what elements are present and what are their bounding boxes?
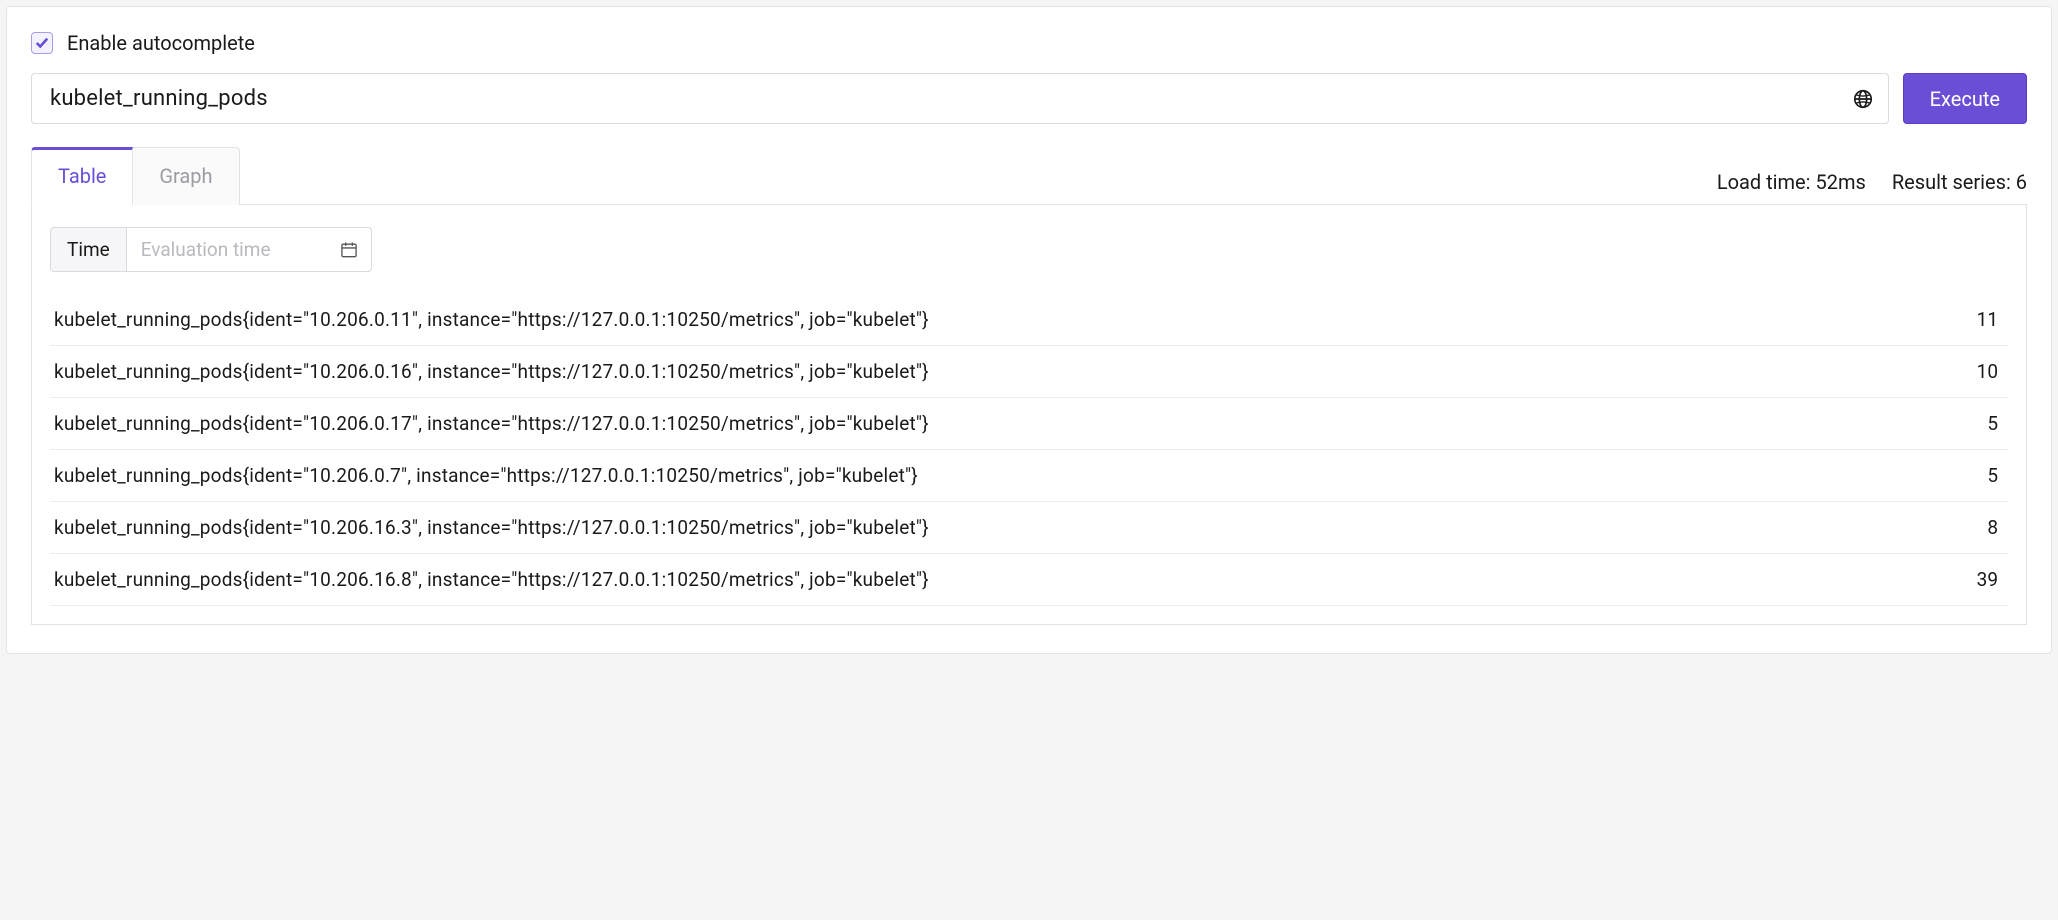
autocomplete-label: Enable autocomplete (67, 31, 255, 55)
result-row: kubelet_running_pods{ident="10.206.0.16"… (50, 346, 2008, 398)
result-metric: kubelet_running_pods{ident="10.206.16.3"… (54, 516, 929, 539)
result-value: 8 (1987, 516, 2004, 539)
result-metric: kubelet_running_pods{ident="10.206.0.11"… (54, 308, 929, 331)
query-panel: Enable autocomplete Execute Table Graph (6, 6, 2052, 654)
load-time: Load time: 52ms (1717, 170, 1866, 194)
result-metric: kubelet_running_pods{ident="10.206.16.8"… (54, 568, 929, 591)
result-value: 39 (1977, 568, 2004, 591)
tab-graph[interactable]: Graph (133, 147, 239, 205)
result-metric: kubelet_running_pods{ident="10.206.0.7",… (54, 464, 918, 487)
result-value: 11 (1977, 308, 2004, 331)
result-value: 5 (1987, 464, 2004, 487)
stats: Load time: 52ms Result series: 6 (1717, 170, 2027, 204)
result-row: kubelet_running_pods{ident="10.206.0.7",… (50, 450, 2008, 502)
execute-button[interactable]: Execute (1903, 73, 2027, 124)
results-area: Time kubelet_running_pods{ident="10.206.… (31, 205, 2027, 625)
autocomplete-checkbox[interactable] (31, 32, 53, 54)
result-value: 10 (1977, 360, 2004, 383)
check-icon (35, 36, 49, 50)
results-list: kubelet_running_pods{ident="10.206.0.11"… (50, 294, 2008, 606)
result-row: kubelet_running_pods{ident="10.206.0.11"… (50, 294, 2008, 346)
query-row: Execute (31, 73, 2027, 124)
result-metric: kubelet_running_pods{ident="10.206.0.17"… (54, 412, 929, 435)
autocomplete-row: Enable autocomplete (31, 31, 2027, 55)
result-value: 5 (1987, 412, 2004, 435)
tabs-row: Table Graph Load time: 52ms Result serie… (31, 146, 2027, 205)
query-input-wrap (31, 73, 1889, 124)
tabs: Table Graph (31, 146, 240, 204)
time-picker: Time (50, 227, 372, 272)
result-series: Result series: 6 (1892, 170, 2027, 194)
result-metric: kubelet_running_pods{ident="10.206.0.16"… (54, 360, 929, 383)
evaluation-time-input[interactable] (127, 228, 337, 271)
calendar-icon[interactable] (339, 240, 359, 260)
time-label: Time (51, 228, 127, 271)
tab-table[interactable]: Table (31, 147, 133, 205)
query-input[interactable] (32, 74, 1852, 123)
result-row: kubelet_running_pods{ident="10.206.16.3"… (50, 502, 2008, 554)
globe-icon[interactable] (1852, 88, 1874, 110)
result-row: kubelet_running_pods{ident="10.206.16.8"… (50, 554, 2008, 606)
result-row: kubelet_running_pods{ident="10.206.0.17"… (50, 398, 2008, 450)
